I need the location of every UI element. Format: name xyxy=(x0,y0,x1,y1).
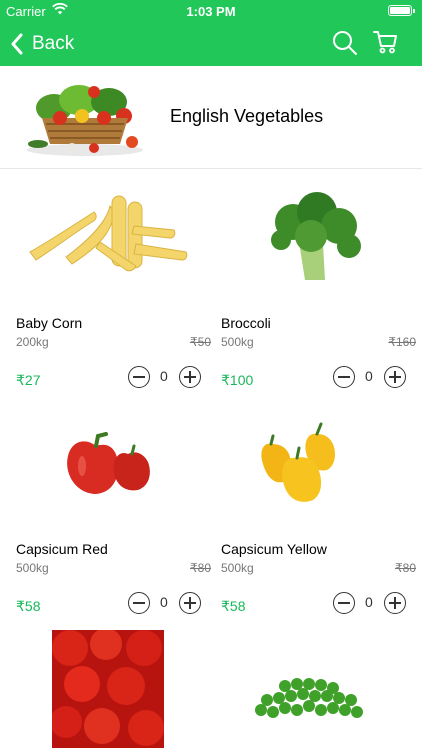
app-header: Carrier 1:03 PM Back xyxy=(0,0,422,66)
product-quantity: 500kg xyxy=(221,561,254,575)
minus-circle-icon[interactable] xyxy=(333,366,355,388)
product-card[interactable]: Broccoli 500kg ₹160 ₹100 0 xyxy=(221,182,416,404)
product-card[interactable]: Baby Corn 200kg ₹50 ₹27 0 xyxy=(16,182,211,404)
plus-circle-icon[interactable] xyxy=(384,366,406,388)
cart-icon[interactable] xyxy=(373,29,399,55)
red-capsicum-image xyxy=(67,432,150,494)
nav-bar: Back xyxy=(0,22,422,66)
product-quantity: 200kg xyxy=(16,335,49,349)
chevron-left-icon xyxy=(11,33,23,55)
product-price: ₹58 xyxy=(16,598,41,614)
broccoli-image xyxy=(271,192,361,280)
product-name: Broccoli xyxy=(221,315,271,331)
product-card[interactable]: Capsicum Yellow 500kg ₹80 ₹58 0 xyxy=(221,408,416,630)
product-price: ₹58 xyxy=(221,598,246,614)
product-count: 0 xyxy=(160,368,168,384)
baby-corn-image xyxy=(29,195,188,272)
search-icon[interactable] xyxy=(332,30,358,56)
product-count: 0 xyxy=(365,594,373,610)
product-quantity: 500kg xyxy=(16,561,49,575)
vegetable-basket-image xyxy=(27,85,143,156)
product-quantity: 500kg xyxy=(221,335,254,349)
category-banner: English Vegetables xyxy=(0,66,422,169)
product-price: ₹27 xyxy=(16,372,41,388)
product-mrp: ₹80 xyxy=(190,561,211,575)
yellow-capsicum-image xyxy=(261,422,335,502)
minus-circle-icon[interactable] xyxy=(128,366,150,388)
product-name: Capsicum Yellow xyxy=(221,541,327,557)
product-card[interactable]: Capsicum Red 500kg ₹80 ₹58 0 xyxy=(16,408,211,630)
product-count: 0 xyxy=(160,594,168,610)
product-card[interactable] xyxy=(16,630,211,750)
product-count: 0 xyxy=(365,368,373,384)
product-mrp: ₹50 xyxy=(190,335,211,349)
plus-circle-icon[interactable] xyxy=(179,592,201,614)
plus-circle-icon[interactable] xyxy=(179,366,201,388)
status-time: 1:03 PM xyxy=(186,4,236,19)
product-name: Capsicum Red xyxy=(16,541,108,557)
back-button[interactable]: Back xyxy=(10,30,74,58)
minus-circle-icon[interactable] xyxy=(128,592,150,614)
product-name: Baby Corn xyxy=(16,315,83,331)
status-bar: Carrier 1:03 PM xyxy=(0,0,422,22)
product-price: ₹100 xyxy=(221,372,254,388)
product-mrp: ₹80 xyxy=(395,561,416,575)
minus-circle-icon[interactable] xyxy=(333,592,355,614)
product-card[interactable] xyxy=(221,630,416,750)
product-mrp: ₹160 xyxy=(388,335,416,349)
cherry-tomato-image xyxy=(52,630,164,748)
battery-icon xyxy=(388,5,415,16)
green-peas-image xyxy=(255,678,363,718)
category-title: English Vegetables xyxy=(170,106,324,126)
back-label: Back xyxy=(32,33,75,54)
plus-circle-icon[interactable] xyxy=(384,592,406,614)
